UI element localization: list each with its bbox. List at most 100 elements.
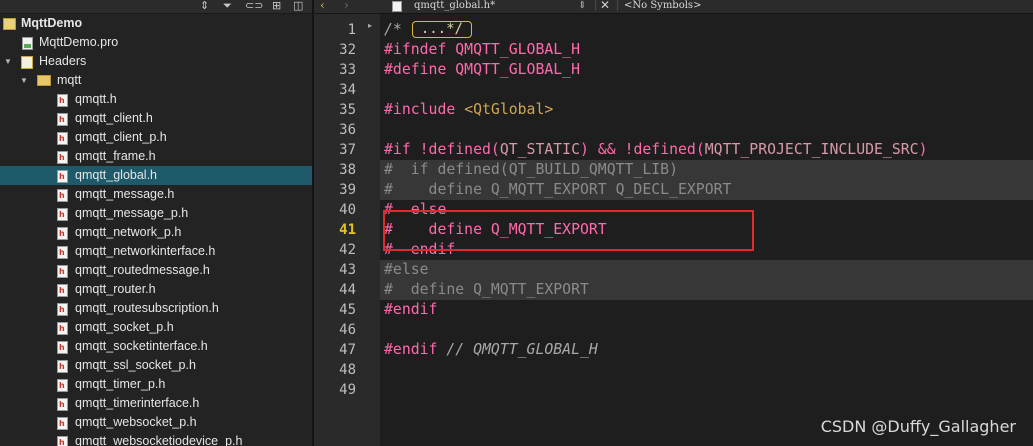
tree-item-file[interactable]: qmqtt_socket_p.h: [0, 318, 312, 337]
code-line-inactive[interactable]: # define Q_MQTT_EXPORT: [380, 280, 1033, 300]
line-number: 37: [339, 142, 356, 158]
tree-item-file[interactable]: qmqtt_client_p.h: [0, 128, 312, 147]
line-number: 1: [347, 22, 356, 38]
link-icon[interactable]: ⊂⊃: [245, 0, 263, 14]
code-line[interactable]: [380, 360, 1033, 380]
code-line[interactable]: #include <QtGlobal>: [380, 100, 1033, 120]
code-text: ): [918, 141, 928, 158]
project-name: MqttDemo: [21, 16, 83, 30]
header-file-icon: [57, 94, 68, 107]
tree-item-file-selected[interactable]: qmqtt_global.h: [0, 166, 312, 185]
tree-item-file[interactable]: qmqtt_router.h: [0, 280, 312, 299]
filter-icon[interactable]: ⏷: [223, 0, 232, 14]
tree-item-label: qmqtt_routedmessage.h: [75, 263, 210, 277]
back-arrow-icon[interactable]: ‹: [320, 0, 325, 11]
forward-arrow-icon[interactable]: ›: [344, 0, 349, 11]
line-number: 38: [339, 162, 356, 178]
code-text: #define QMQTT_GLOBAL_H: [384, 61, 580, 78]
tree-item-file[interactable]: qmqtt_client.h: [0, 109, 312, 128]
code-line[interactable]: [380, 80, 1033, 100]
tree-item-file[interactable]: qmqtt_ssl_socket_p.h: [0, 356, 312, 375]
code-line[interactable]: [380, 380, 1033, 400]
project-tree-panel: ⇕ ⏷ ⊂⊃ ⊞ ◫ MqttDemo MqttDemo.pro ▼ Heade…: [0, 0, 312, 446]
tree-item-file[interactable]: qmqtt_frame.h: [0, 147, 312, 166]
code-line-inactive[interactable]: #else: [380, 260, 1033, 280]
tree-item-file[interactable]: qmqtt_message_p.h: [0, 204, 312, 223]
header-file-icon: [57, 417, 68, 430]
tree-folder-mqtt[interactable]: ▼ mqtt: [0, 71, 312, 90]
comment-text: // QMQTT_GLOBAL_H: [446, 341, 598, 358]
code-line[interactable]: [380, 120, 1033, 140]
line-number: 35: [339, 102, 356, 118]
tree-item-file[interactable]: qmqtt_networkinterface.h: [0, 242, 312, 261]
header-file-icon: [57, 189, 68, 202]
line-number: 45: [339, 302, 356, 318]
line-number: 42: [339, 242, 356, 258]
tree-item-label: qmqtt_socket_p.h: [75, 320, 174, 334]
tree-item-file[interactable]: qmqtt_routedmessage.h: [0, 261, 312, 280]
header-file-icon: [57, 379, 68, 392]
line-number: 43: [339, 262, 356, 278]
tree-item-file[interactable]: qmqtt_network_p.h: [0, 223, 312, 242]
code-text: ) &&: [580, 141, 625, 158]
line-number: 49: [339, 382, 356, 398]
code-line[interactable]: #if !defined(QT_STATIC) && !defined(MQTT…: [380, 140, 1033, 160]
tree-item-file[interactable]: qmqtt_message.h: [0, 185, 312, 204]
tree-item-label: qmqtt_message.h: [75, 187, 175, 201]
close-pane-icon[interactable]: ◫: [293, 0, 303, 14]
code-text: # define Q_MQTT_EXPORT Q_DECL_EXPORT: [384, 181, 732, 198]
tree-item-file[interactable]: qmqtt_timer_p.h: [0, 375, 312, 394]
expand-arrow-icon[interactable]: ▼: [20, 71, 28, 90]
code-line-inactive[interactable]: # if defined(QT_BUILD_QMQTT_LIB): [380, 160, 1033, 180]
file-dropdown-icon[interactable]: ⇕: [578, 1, 586, 11]
tree-item-label: qmqtt_socketinterface.h: [75, 339, 208, 353]
tree-item-file[interactable]: qmqtt.h: [0, 90, 312, 109]
macro-name: MQTT_PROJECT_INCLUDE_SRC: [704, 141, 919, 158]
tree-item-file[interactable]: qmqtt_timerinterface.h: [0, 394, 312, 413]
code-text: !defined(: [419, 141, 500, 158]
header-file-icon: [57, 265, 68, 278]
code-line[interactable]: #endif // QMQTT_GLOBAL_H: [380, 340, 1033, 360]
tree-folder-headers[interactable]: ▼ Headers: [0, 52, 312, 71]
header-file-icon: [57, 246, 68, 259]
macro-name: QT_STATIC: [499, 141, 581, 158]
split-icon[interactable]: ⊞: [272, 0, 281, 14]
tree-item-label: qmqtt_websocket_p.h: [75, 415, 197, 429]
tree-item-label: Headers: [39, 54, 87, 68]
tree-item-file[interactable]: qmqtt_socketinterface.h: [0, 337, 312, 356]
tree-item-file[interactable]: qmqtt_routesubscription.h: [0, 299, 312, 318]
header-file-icon: [57, 436, 68, 446]
code-line[interactable]: #endif: [380, 300, 1033, 320]
tree-item-file[interactable]: qmqtt_websocket_p.h: [0, 413, 312, 432]
symbols-dropdown[interactable]: <No Symbols>: [624, 1, 701, 11]
file-tab-name[interactable]: qmqtt_global.h*: [414, 1, 495, 11]
code-line[interactable]: [380, 320, 1033, 340]
editor-toolbar: ‹ › qmqtt_global.h* ⇕ | ✕ | <No Symbols>: [314, 0, 1033, 14]
code-text: #ifndef QMQTT_GLOBAL_H: [384, 41, 580, 58]
line-number: 34: [339, 82, 356, 98]
sort-updown-icon[interactable]: ⇕: [200, 0, 209, 14]
code-line-inactive[interactable]: # define Q_MQTT_EXPORT Q_DECL_EXPORT: [380, 180, 1033, 200]
header-file-icon: [392, 1, 402, 12]
line-number: 40: [339, 202, 356, 218]
code-text: # define Q_MQTT_EXPORT: [384, 281, 589, 298]
code-line[interactable]: #ifndef QMQTT_GLOBAL_H: [380, 40, 1033, 60]
fold-expand-icon[interactable]: ▸: [368, 21, 372, 30]
red-annotation-box: [383, 210, 754, 251]
expand-arrow-icon[interactable]: ▼: [4, 52, 12, 71]
code-text: #else: [384, 261, 429, 278]
tree-item-label: qmqtt_websocketiodevice_p.h: [75, 434, 243, 446]
tree-item-pro-file[interactable]: MqttDemo.pro: [0, 33, 312, 52]
line-number: 36: [339, 122, 356, 138]
tree-project-root[interactable]: MqttDemo: [0, 14, 312, 33]
header-file-icon: [57, 303, 68, 316]
header-file-icon: [57, 208, 68, 221]
code-line[interactable]: /* ...*/: [380, 20, 1033, 40]
include-path: <QtGlobal>: [464, 101, 554, 118]
folded-block-placeholder[interactable]: ...*/: [411, 21, 472, 38]
code-line[interactable]: #define QMQTT_GLOBAL_H: [380, 60, 1033, 80]
close-file-icon[interactable]: ✕: [600, 0, 610, 11]
code-text: #endif: [384, 341, 447, 358]
fold-column: [366, 14, 380, 446]
tree-item-file[interactable]: qmqtt_websocketiodevice_p.h: [0, 432, 312, 446]
